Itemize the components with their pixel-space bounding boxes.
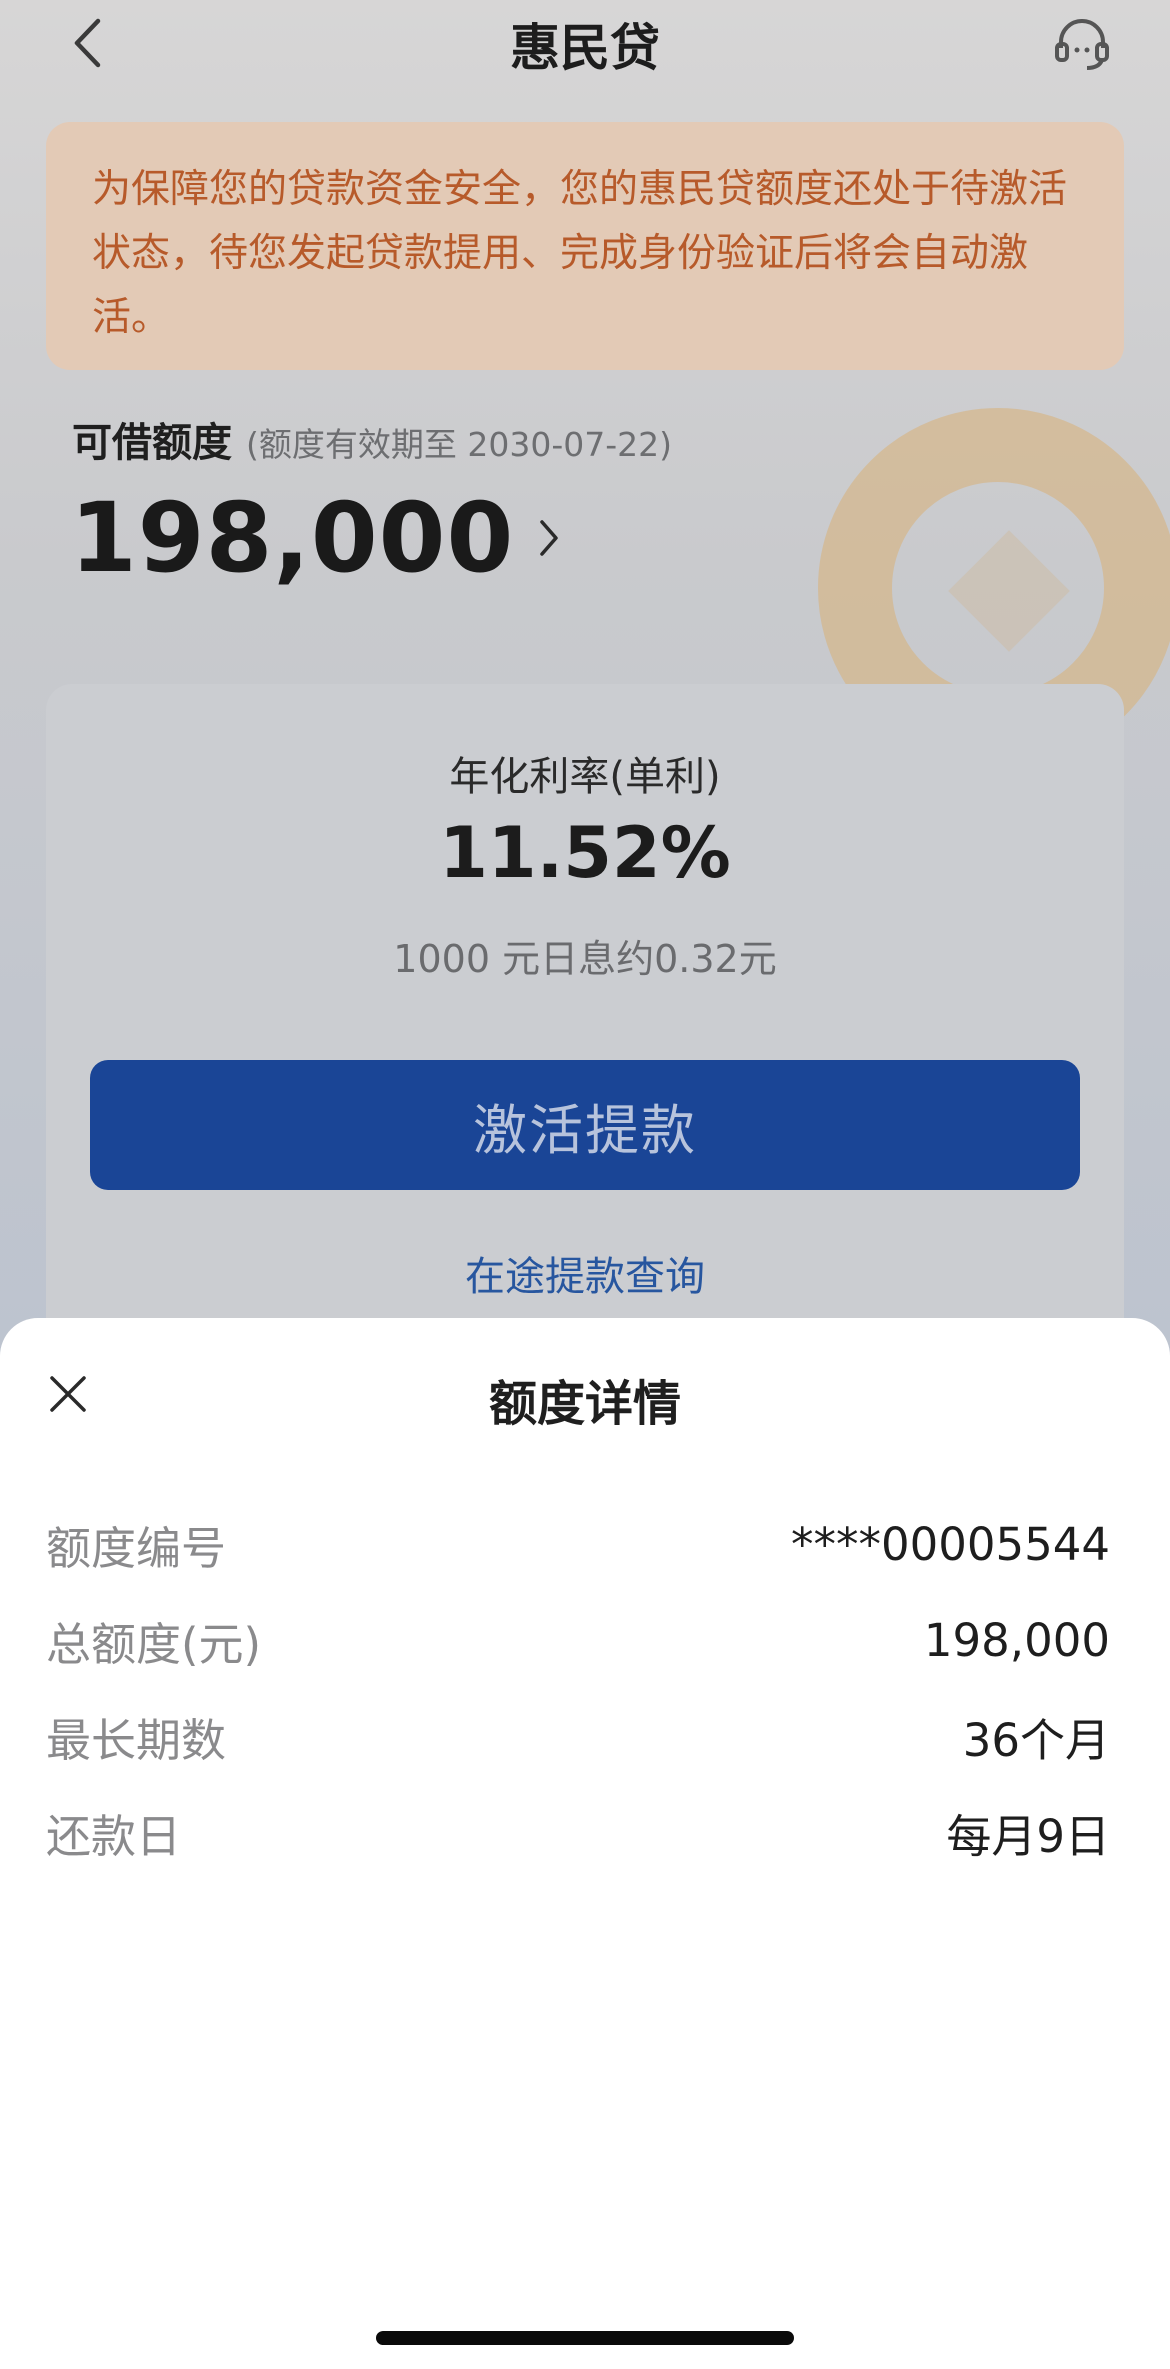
in-transit-withdrawal-link[interactable]: 在途提款查询 [0, 1244, 1170, 1302]
detail-label: 总额度(元) [46, 1617, 262, 1671]
detail-row-total-limit: 总额度(元) 198,000 [46, 1605, 1110, 1675]
detail-label: 最长期数 [46, 1713, 227, 1767]
detail-value: ****00005544 [790, 1517, 1110, 1571]
detail-row-max-term: 最长期数 36个月 [46, 1701, 1110, 1771]
annual-rate-value: 11.52% [439, 812, 731, 894]
loan-home-page: 惠民贷 为保障您的贷款资金安全，您的惠民贷额度还处于待激活状态，待您发起贷款提用… [0, 0, 1170, 1444]
available-limit-amount: 198,000 [70, 482, 515, 594]
annual-rate-label: 年化利率(单利) [449, 754, 721, 800]
detail-label: 额度编号 [46, 1521, 227, 1575]
customer-service-button[interactable] [1050, 14, 1114, 74]
detail-value: 198,000 [923, 1613, 1110, 1667]
available-limit-label: 可借额度 [72, 420, 232, 466]
chevron-right-icon [538, 518, 560, 558]
daily-interest-note: 1000 元日息约0.32元 [393, 937, 777, 981]
activate-withdraw-button[interactable]: 激活提款 [90, 1060, 1080, 1190]
detail-label: 还款日 [46, 1809, 182, 1863]
detail-value: 36个月 [962, 1713, 1110, 1767]
detail-row-repayment-day: 还款日 每月9日 [46, 1797, 1110, 1867]
headset-icon [1055, 19, 1109, 70]
navigation-bar: 惠民贷 [0, 0, 1170, 86]
sheet-title: 额度详情 [488, 1376, 681, 1432]
page-title: 惠民贷 [510, 19, 660, 77]
limit-details-sheet: 额度详情 额度编号 ****00005544 总额度(元) 198,000 最长… [0, 1318, 1170, 2369]
limit-validity-date: (额度有效期至 2030-07-22) [246, 425, 673, 464]
home-indicator[interactable] [376, 2331, 794, 2345]
available-limit-header: 可借额度 (额度有效期至 2030-07-22) [72, 410, 672, 468]
detail-value: 每月9日 [946, 1809, 1110, 1863]
detail-row-limit-number: 额度编号 ****00005544 [46, 1509, 1110, 1579]
activation-notice: 为保障您的贷款资金安全，您的惠民贷额度还处于待激活状态，待您发起贷款提用、完成身… [46, 122, 1124, 370]
available-limit-amount-link[interactable]: 198,000 [70, 480, 560, 596]
